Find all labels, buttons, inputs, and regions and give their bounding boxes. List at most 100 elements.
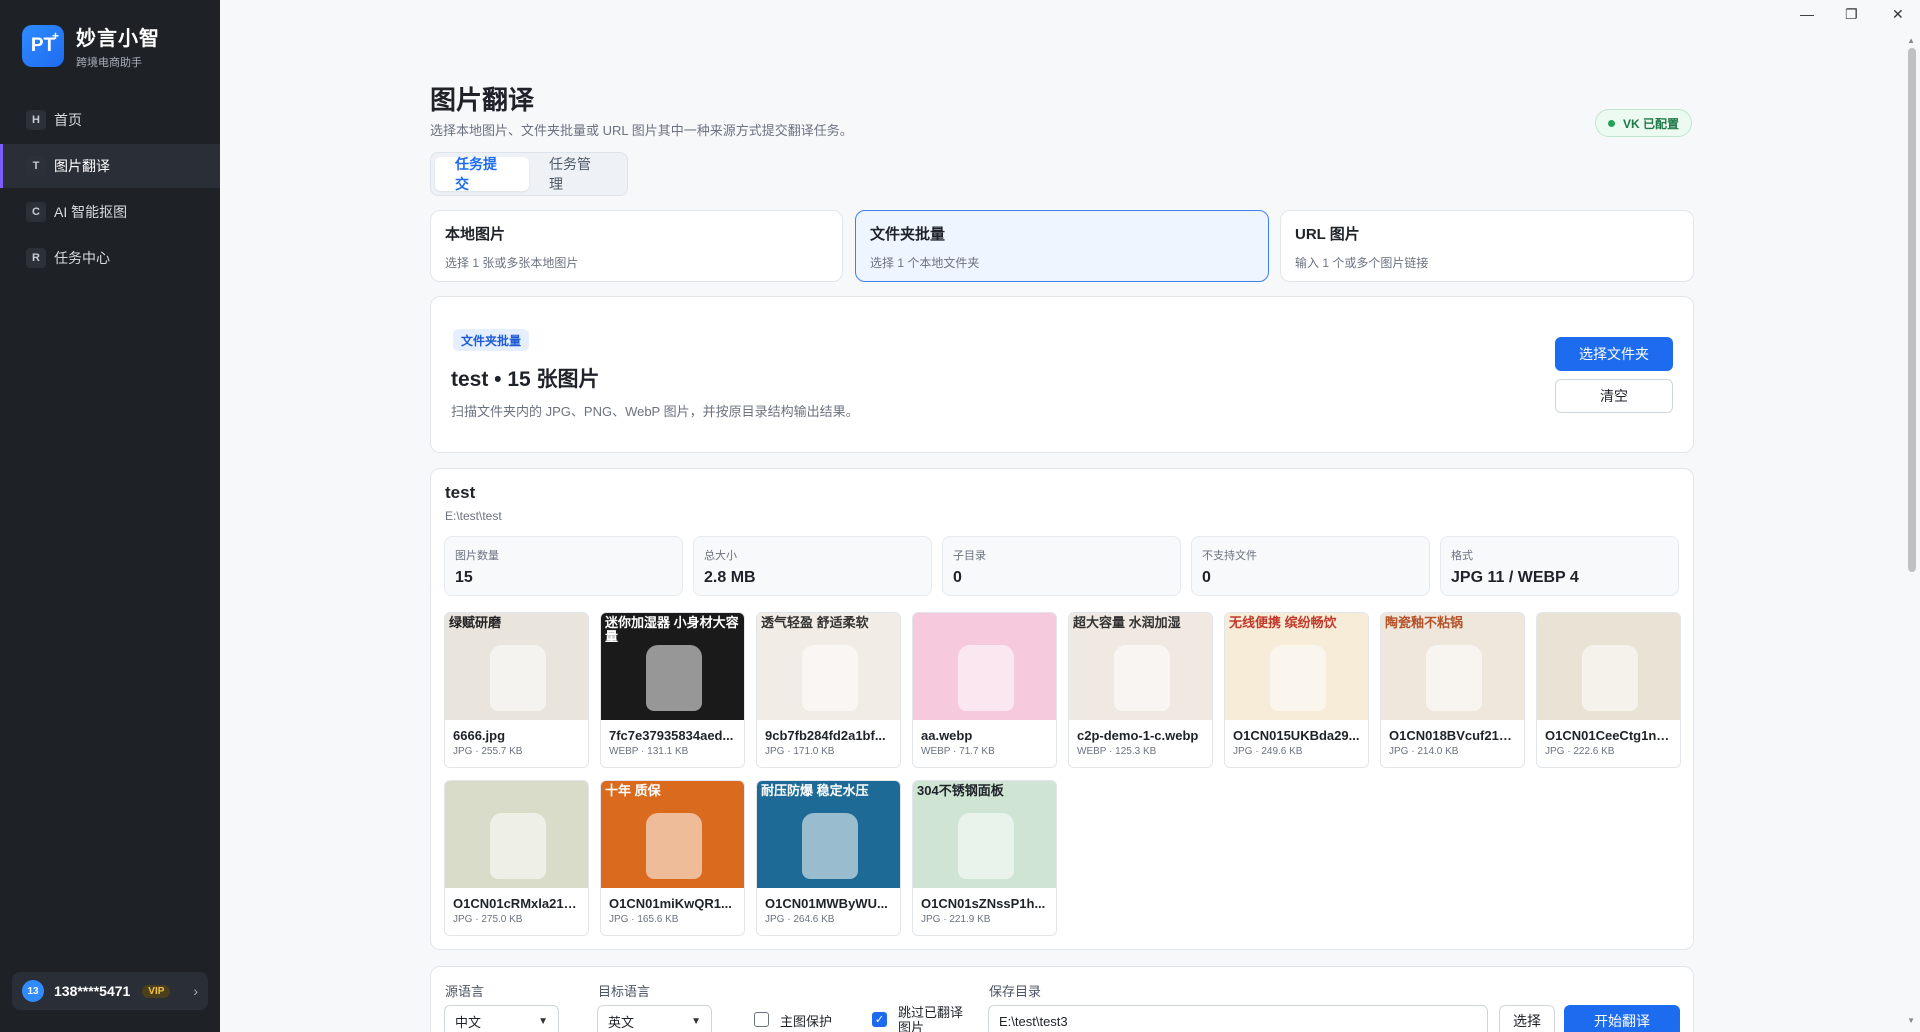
restore-button[interactable]: ❐ (1845, 6, 1858, 23)
product-image: 无线便携 缤纷畅饮 (1225, 613, 1368, 720)
image-thumbnail-card[interactable]: 迷你加湿器 小身材大容量 7fc7e37935834aed... WEBP · 13… (600, 612, 745, 768)
image-meta: JPG · 275.0 KB (453, 914, 523, 925)
image-meta: JPG · 171.0 KB (765, 746, 835, 757)
image-filename: O1CN018BVcuf21s... (1389, 728, 1517, 743)
nav-key-icon: H (26, 110, 46, 130)
user-phone: 138****5471 (54, 983, 131, 999)
choose-dir-button[interactable]: 选择 (1499, 1005, 1555, 1032)
folder-batch-panel: 文件夹批量 test • 15 张图片 扫描文件夹内的 JPG、PNG、WebP… (430, 296, 1694, 453)
image-thumbnail-card[interactable]: 耐压防爆 稳定水压 O1CN01MWByWU... JPG · 264.6 KB (756, 780, 901, 936)
source-card-local[interactable]: 本地图片 选择 1 张或多张本地图片 (430, 210, 843, 282)
sidebar-item-task-center[interactable]: R 任务中心 (0, 236, 220, 280)
folder-detail-panel: test E:\test\test 图片数量 15 总大小 2.8 MB 子目录… (430, 468, 1694, 950)
image-meta: WEBP · 125.3 KB (1077, 746, 1157, 757)
image-caption: 绿赋研磨 (449, 615, 502, 630)
stat-image-count: 图片数量 15 (444, 536, 683, 596)
clear-button[interactable]: 清空 (1555, 379, 1673, 413)
product-shape (802, 645, 858, 711)
tab-task-submit[interactable]: 任务提交 (435, 156, 529, 192)
source-card-folder[interactable]: 文件夹批量 选择 1 个本地文件夹 (855, 210, 1269, 282)
product-image: 十年 质保 (601, 781, 744, 888)
product-image: 迷你加湿器 小身材大容量 (601, 613, 744, 720)
tab-bar: 任务提交 任务管理 (430, 152, 628, 196)
subject-protect-label: 主图保护 (780, 1014, 833, 1029)
scroll-up-arrow-icon[interactable]: ▲ (1907, 36, 1915, 45)
product-image (1537, 613, 1680, 720)
close-button[interactable]: ✕ (1892, 6, 1904, 23)
product-image: 绿赋研磨 (445, 613, 588, 720)
image-filename: O1CN01sZNssP1h... (921, 896, 1046, 911)
product-shape (1426, 645, 1482, 711)
image-meta: JPG · 221.9 KB (921, 914, 991, 925)
product-shape (646, 645, 702, 711)
minimize-button[interactable]: — (1800, 6, 1814, 22)
vip-badge: VIP (142, 984, 171, 998)
scrollbar-thumb[interactable] (1908, 48, 1916, 572)
page-subtitle: 选择本地图片、文件夹批量或 URL 图片其中一种来源方式提交翻译任务。 (430, 123, 853, 138)
image-meta: JPG · 165.6 KB (609, 914, 679, 925)
tab-task-manage[interactable]: 任务管理 (529, 156, 623, 192)
folder-path: E:\test\test (445, 509, 502, 523)
image-meta: WEBP · 71.7 KB (921, 746, 995, 757)
product-shape (646, 813, 702, 879)
status-badge: VK 已配置 (1595, 109, 1693, 137)
product-image: 超大容量 水润加湿 (1069, 613, 1212, 720)
image-thumbnail-card[interactable]: 超大容量 水润加湿 c2p-demo-1-c.webp WEBP · 125.3 K… (1068, 612, 1213, 768)
product-shape (490, 813, 546, 879)
image-thumbnail-card[interactable]: 无线便携 缤纷畅饮 O1CN015UKBda29... JPG · 249.6 KB (1224, 612, 1369, 768)
image-thumbnail-card[interactable]: aa.webp WEBP · 71.7 KB (912, 612, 1057, 768)
image-meta: JPG · 222.6 KB (1545, 746, 1615, 757)
sidebar-item-label: 首页 (54, 112, 82, 128)
stat-total-size: 总大小 2.8 MB (693, 536, 932, 596)
nav-key-icon: R (26, 248, 46, 268)
product-shape (490, 645, 546, 711)
stat-unsupported: 不支持文件 0 (1191, 536, 1430, 596)
source-lang-select[interactable]: 中文 ▼ (444, 1005, 559, 1032)
image-thumbnail-card[interactable]: 304不锈钢面板 O1CN01sZNssP1h... JPG · 221.9 KB (912, 780, 1057, 936)
image-filename: O1CN01cRMxla21s... (453, 896, 582, 911)
scroll-down-arrow-icon[interactable]: ▼ (1907, 1016, 1915, 1025)
product-shape (958, 645, 1014, 711)
sidebar-item-label: 图片翻译 (54, 158, 110, 174)
nav-key-icon: T (26, 156, 46, 176)
stat-subdirs: 子目录 0 (942, 536, 1181, 596)
select-folder-button[interactable]: 选择文件夹 (1555, 337, 1673, 371)
image-thumbnail-card[interactable]: 十年 质保 O1CN01miKwQR1... JPG · 165.6 KB (600, 780, 745, 936)
image-thumbnail-card[interactable]: O1CN01CeeCtg1n7... JPG · 222.6 KB (1536, 612, 1681, 768)
image-caption: 无线便携 缤纷畅饮 (1229, 615, 1337, 630)
image-caption: 超大容量 水润加湿 (1073, 615, 1181, 630)
sidebar-item-ai-cutout[interactable]: C AI 智能抠图 (0, 190, 220, 234)
app-logo: PT + (22, 25, 64, 67)
sidebar-item-image-translate[interactable]: T 图片翻译 (0, 144, 220, 188)
status-dot-icon (1608, 119, 1615, 127)
source-lang-label: 源语言 (445, 984, 485, 999)
image-filename: 7fc7e37935834aed... (609, 728, 734, 743)
source-card-url[interactable]: URL 图片 输入 1 个或多个图片链接 (1280, 210, 1694, 282)
app-name: 妙言小智 (76, 28, 160, 50)
skip-translated-checkbox[interactable]: ✓ (872, 1012, 887, 1027)
nav-key-icon: C (26, 202, 46, 222)
image-thumbnail-card[interactable]: 透气轻盈 舒适柔软 9cb7fb284fd2a1bf... JPG · 171.0 … (756, 612, 901, 768)
product-image: 304不锈钢面板 (913, 781, 1056, 888)
subject-protect-checkbox[interactable] (754, 1012, 769, 1027)
chevron-down-icon: ▼ (691, 1015, 701, 1027)
user-account-button[interactable]: 13 138****5471 VIP › (12, 972, 208, 1010)
image-filename: O1CN01miKwQR1... (609, 896, 732, 911)
start-translate-button[interactable]: 开始翻译 (1564, 1005, 1680, 1032)
image-thumbnail-card[interactable]: 陶瓷釉不粘锅 O1CN018BVcuf21s... JPG · 214.0 KB (1380, 612, 1525, 768)
image-meta: JPG · 214.0 KB (1389, 746, 1459, 757)
folder-stats: 图片数量 15 总大小 2.8 MB 子目录 0 不支持文件 0 格式 JPG … (444, 536, 1679, 596)
save-dir-input[interactable]: E:\test\test3 (988, 1005, 1488, 1032)
target-lang-select[interactable]: 英文 ▼ (597, 1005, 712, 1032)
skip-translated-label: 跳过已翻译图片 (898, 1005, 964, 1032)
image-caption: 透气轻盈 舒适柔软 (761, 615, 869, 630)
save-dir-label: 保存目录 (989, 984, 1042, 999)
image-meta: WEBP · 131.1 KB (609, 746, 689, 757)
chevron-right-icon: › (193, 983, 198, 999)
folder-batch-tag: 文件夹批量 (453, 329, 530, 351)
image-meta: JPG · 255.7 KB (453, 746, 523, 757)
sidebar-item-home[interactable]: H 首页 (0, 98, 220, 142)
image-thumbnail-card[interactable]: 绿赋研磨 6666.jpg JPG · 255.7 KB (444, 612, 589, 768)
image-thumbnail-card[interactable]: O1CN01cRMxla21s... JPG · 275.0 KB (444, 780, 589, 936)
product-image: 陶瓷釉不粘锅 (1381, 613, 1524, 720)
